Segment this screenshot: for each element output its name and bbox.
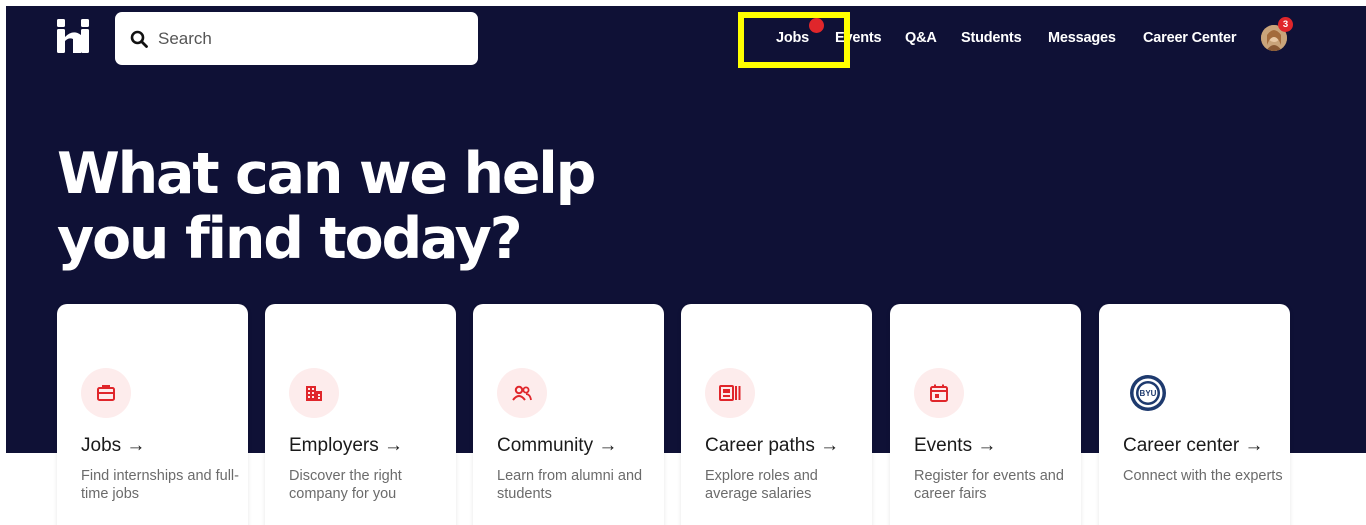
card-jobs[interactable]: Jobs → Find internships and full-time jo… (57, 304, 248, 525)
card-employers[interactable]: Employers → Discover the right company f… (265, 304, 456, 525)
jobs-notification-badge (809, 18, 824, 33)
nav-career-center[interactable]: Career Center (1143, 30, 1237, 48)
search-icon (129, 29, 149, 49)
card-title: Career paths → (705, 435, 840, 456)
seal-text: BYU (1140, 389, 1157, 398)
search-input[interactable] (158, 28, 458, 49)
card-description: Explore roles and average salaries (705, 468, 818, 502)
nav-events[interactable]: Events (835, 30, 882, 48)
briefcase-icon (81, 368, 131, 418)
card-career-center[interactable]: BYU Career center → Connect with the exp… (1099, 304, 1290, 525)
card-description: Find internships and full-time jobs (81, 468, 239, 502)
hero-title: What can we help you find today? (57, 141, 596, 272)
card-description: Register for events and career fairs (914, 468, 1064, 502)
id-card-icon (705, 368, 755, 418)
nav-students[interactable]: Students (961, 30, 1022, 48)
card-description: Learn from alumni and students (497, 468, 643, 502)
nav-messages[interactable]: Messages (1048, 30, 1116, 48)
card-description: Connect with the experts (1123, 468, 1283, 484)
card-title: Career center → (1123, 435, 1264, 456)
avatar-notification-badge: 3 (1278, 17, 1293, 32)
card-career-paths[interactable]: Career paths → Explore roles and average… (681, 304, 872, 525)
card-title: Events → (914, 435, 997, 456)
calendar-icon (914, 368, 964, 418)
people-icon (497, 368, 547, 418)
card-community[interactable]: Community → Learn from alumni and studen… (473, 304, 664, 525)
nav-jobs[interactable]: Jobs (776, 30, 809, 48)
building-icon (289, 368, 339, 418)
page: Jobs Events Q&A Students Messages Career… (0, 0, 1366, 525)
card-events[interactable]: Events → Register for events and career … (890, 304, 1081, 525)
card-title: Jobs → (81, 435, 146, 456)
university-seal-icon: BYU (1129, 374, 1167, 412)
hero-title-line-1: What can we help (57, 141, 596, 207)
handshake-logo-icon[interactable] (57, 19, 89, 53)
card-title: Community → (497, 435, 618, 456)
hero-title-line-2: you find today? (57, 206, 523, 272)
card-title: Employers → (289, 435, 404, 456)
nav-qa[interactable]: Q&A (905, 30, 937, 48)
search-bar[interactable] (115, 12, 478, 65)
card-description: Discover the right company for you (289, 468, 402, 502)
